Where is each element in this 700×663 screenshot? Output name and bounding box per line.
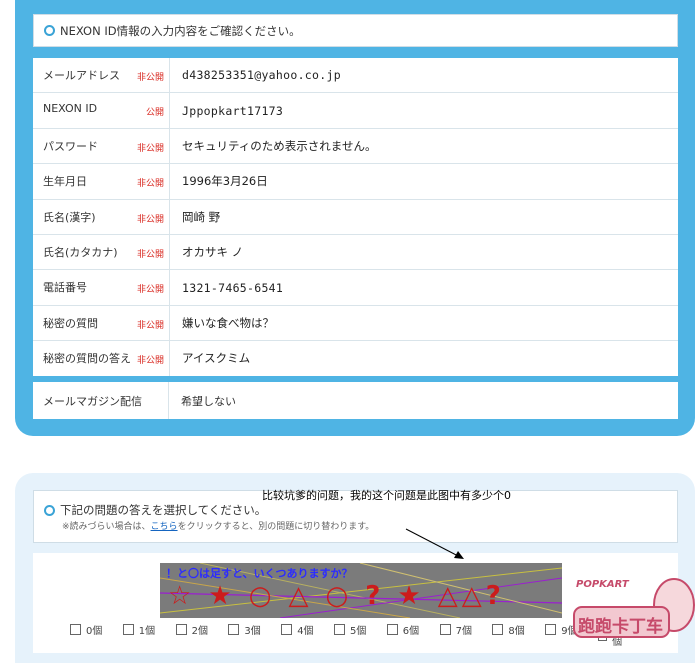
magazine-value: 希望しない <box>181 394 236 408</box>
row-label-cell: メールアドレス 非公開 <box>33 58 170 94</box>
visibility-badge: 非公開 <box>136 249 164 260</box>
answer-checkbox[interactable] <box>281 624 293 635</box>
answer-label: 3個 <box>244 626 261 637</box>
row-label-cell: 電話番号 非公開 <box>33 269 170 306</box>
row-value: d438253351@yahoo.co.jp <box>169 58 678 94</box>
visibility-badge: 非公開 <box>136 179 164 190</box>
answer-label: 0個 <box>86 626 103 637</box>
visibility-badge: 公開 <box>145 108 164 119</box>
answer-label: 1個 <box>138 626 156 637</box>
confirm-row: 生年月日 非公開 1996年3月26日 <box>33 163 678 200</box>
answer-checkbox[interactable] <box>545 624 557 635</box>
confirm-header: NEXON ID情報の入力内容をご確認ください。 <box>33 14 678 47</box>
row-value: 嫌いな食べ物は？ <box>169 305 678 342</box>
watermark-line2: 跑跑卡丁车 <box>578 617 663 637</box>
quiz-hint: ※読みづらい場合は、こちらをクリックすると、別の問題に切り替わります。 <box>62 519 374 532</box>
row-label: パスワード <box>43 139 98 153</box>
row-label-cell: 秘密の質問 非公開 <box>33 305 170 342</box>
row-label: 電話番号 <box>43 281 87 295</box>
answer-label: 8個 <box>508 626 525 637</box>
answer-checkbox[interactable] <box>228 624 240 635</box>
answer-option[interactable]: 8個 <box>492 622 525 637</box>
row-label-cell: 氏名(カタカナ) 非公開 <box>33 234 170 271</box>
row-label: 氏名(漢字) <box>43 210 96 224</box>
answer-label: 5個 <box>350 626 367 637</box>
visibility-badge: 非公開 <box>136 285 164 296</box>
answer-option[interactable]: 2個 <box>175 622 208 637</box>
answer-option[interactable]: 7個 <box>439 622 472 637</box>
answer-option[interactable]: 1個 <box>122 622 156 637</box>
popkart-watermark: POPKART 跑跑卡丁车 <box>564 565 696 645</box>
watermark-line1: POPKART <box>576 579 629 590</box>
quiz-hint-prefix: ※読みづらい場合は、 <box>62 522 151 532</box>
row-label-cell: パスワード 非公開 <box>33 128 170 165</box>
visibility-badge: 非公開 <box>136 214 164 225</box>
quiz-header-text: 下記の問題の答えを選択してください。 <box>60 503 267 517</box>
answer-option[interactable]: 4個 <box>281 622 314 637</box>
row-label: 生年月日 <box>43 175 87 189</box>
visibility-badge: 非公開 <box>136 320 164 331</box>
answer-option[interactable]: 0個 <box>70 622 102 637</box>
row-label: NEXON ID <box>43 102 98 116</box>
confirm-row: 電話番号 非公開 1321-7465-6541 <box>33 269 678 306</box>
row-label: 秘密の質問 <box>43 316 98 330</box>
circle-bullet-icon <box>44 25 55 36</box>
annotation-arrow-icon <box>405 528 464 559</box>
answer-option[interactable]: 5個 <box>334 622 366 637</box>
answer-checkbox[interactable] <box>439 624 451 635</box>
confirm-row: 秘密の質問 非公開 嫌いな食べ物は？ <box>33 305 678 342</box>
visibility-badge: 非公開 <box>136 73 164 83</box>
captcha-image: ！と〇は足すと、いくつありますか？ ☆ ★ ○ △ ○ ? ★ △△? <box>160 563 562 618</box>
confirm-row: 氏名(漢字) 非公開 岡崎 野 <box>33 199 678 235</box>
visibility-badge: 非公開 <box>136 143 164 154</box>
visibility-badge: 非公開 <box>136 356 164 367</box>
row-label: メールアドレス <box>43 69 120 82</box>
answer-label: 6個 <box>402 626 420 637</box>
answer-label: 2個 <box>191 626 208 637</box>
confirm-row: メールアドレス 非公開 d438253351@yahoo.co.jp <box>33 58 678 94</box>
row-value: セキュリティのため表示されません。 <box>169 128 678 165</box>
confirm-row: 氏名(カタカナ) 非公開 オカサキ ノ <box>33 234 678 271</box>
answer-checkbox[interactable] <box>122 624 134 635</box>
answer-option[interactable]: 6個 <box>386 622 420 637</box>
row-label-cell: 氏名(漢字) 非公開 <box>33 199 170 235</box>
answer-checkbox[interactable] <box>175 624 187 635</box>
row-value: 1321-7465-6541 <box>169 269 678 306</box>
answer-label: 7個 <box>455 626 472 637</box>
answer-checkbox[interactable] <box>70 624 81 635</box>
confirm-row: 秘密の質問の答え 非公開 アイスクミム <box>33 340 678 376</box>
answer-checkbox[interactable] <box>386 624 398 635</box>
answer-option[interactable]: 3個 <box>228 622 261 637</box>
quiz-hint-suffix: をクリックすると、別の問題に切り替わります。 <box>177 522 375 532</box>
captcha-symbols: ☆ ★ ○ △ ○ ? ★ △△? <box>168 581 505 611</box>
confirm-header-text: NEXON ID情報の入力内容をご確認ください。 <box>60 23 301 38</box>
row-label: 秘密の質問の答え <box>43 352 131 366</box>
confirm-row: パスワード 非公開 セキュリティのため表示されません。 <box>33 128 678 165</box>
answer-checkbox[interactable] <box>334 624 345 635</box>
row-label-cell: 秘密の質問の答え 非公開 <box>33 340 170 376</box>
row-value: アイスクミム <box>182 351 251 366</box>
row-label-cell: 生年月日 非公開 <box>33 163 170 200</box>
answer-label: 4個 <box>297 626 314 637</box>
confirm-row: NEXON ID 公開 Jppopkart17173 <box>33 92 678 129</box>
row-value: 岡崎 野 <box>169 199 678 235</box>
row-label: 氏名(カタカナ) <box>43 245 118 259</box>
answer-checkbox[interactable] <box>492 624 504 635</box>
captcha-question: ！と〇は足すと、いくつありますか？ <box>166 567 353 580</box>
confirm-table: メールアドレス 非公開 d438253351@yahoo.co.jp NEXON ID… <box>33 58 678 376</box>
annotation-text: 比较坑爹的问题，我的这个问题是此图中有多少个0 <box>262 489 511 502</box>
row-value: Jppopkart17173 <box>169 92 678 129</box>
row-value: オカサキ ノ <box>169 234 678 271</box>
circle-bullet-icon <box>44 504 55 516</box>
switch-question-link[interactable]: こちら <box>151 522 178 532</box>
row-label-cell: NEXON ID 公開 <box>33 92 170 129</box>
row-value: 1996年3月26日 <box>169 163 678 200</box>
magazine-label: メールマガジン配信 <box>33 382 169 419</box>
magazine-row: メールマガジン配信 希望しない <box>33 382 678 419</box>
